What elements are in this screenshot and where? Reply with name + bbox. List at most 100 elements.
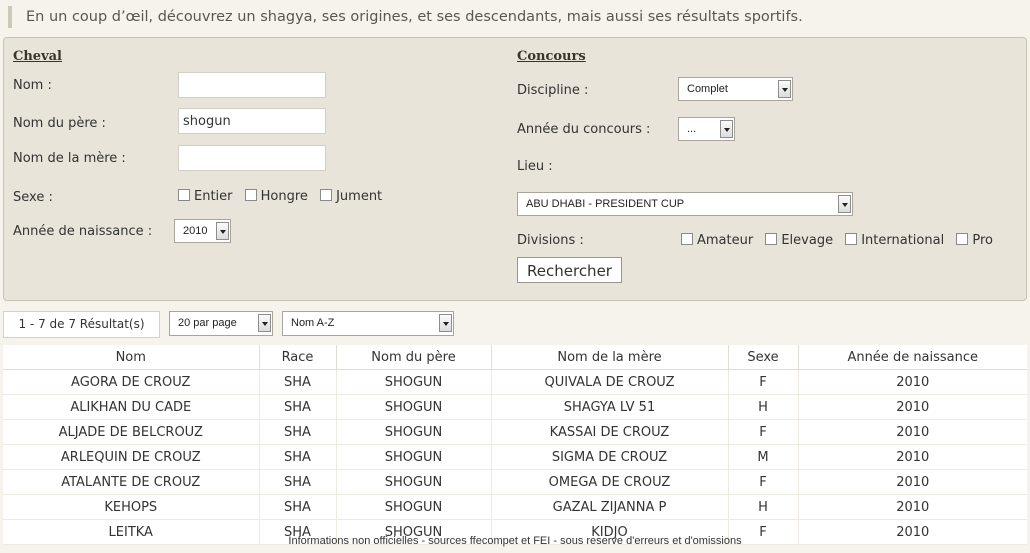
cell-mere: OMEGA DE CROUZ: [491, 469, 729, 495]
cell-nom[interactable]: ARLEQUIN DE CROUZ: [3, 444, 260, 470]
lieu-value: ABU DHABI - PRESIDENT CUP: [526, 198, 685, 210]
discipline-label: Discipline :: [517, 83, 589, 98]
col-header-pere[interactable]: Nom du père: [336, 345, 492, 370]
sexe-option-jument[interactable]: Jument: [320, 189, 382, 204]
checkbox-icon[interactable]: [956, 233, 969, 245]
sexe-label: Sexe :: [13, 190, 53, 205]
division-option-elevage[interactable]: Elevage: [765, 233, 833, 248]
table-row[interactable]: ALJADE DE BELCROUZ SHA SHOGUN KASSAI DE …: [3, 419, 1027, 445]
cell-race: SHA: [259, 444, 337, 470]
annee-concours-value: ...: [687, 123, 697, 135]
table-row[interactable]: AGORA DE CROUZ SHA SHOGUN QUIVALA DE CRO…: [3, 369, 1027, 395]
cell-nom[interactable]: ALJADE DE BELCROUZ: [3, 419, 260, 445]
cell-sexe: F: [728, 369, 799, 395]
cell-mere: QUIVALA DE CROUZ: [491, 369, 729, 395]
col-header-nom[interactable]: Nom: [3, 345, 260, 370]
division-option-pro[interactable]: Pro: [956, 233, 993, 248]
pere-input[interactable]: [178, 108, 326, 134]
cell-nom[interactable]: AGORA DE CROUZ: [3, 369, 260, 395]
table-row[interactable]: KEHOPS SHA SHOGUN GAZAL ZIJANNA P H 2010: [3, 494, 1027, 520]
cell-sexe: F: [728, 419, 799, 445]
mere-label: Nom de la mère :: [13, 151, 126, 166]
lieu-select[interactable]: ABU DHABI - PRESIDENT CUP: [517, 192, 853, 216]
table-row[interactable]: ARLEQUIN DE CROUZ SHA SHOGUN SIGMA DE CR…: [3, 444, 1027, 470]
cheval-section-title: Cheval: [13, 49, 62, 64]
division-option-label: Pro: [972, 233, 993, 248]
annee-naissance-value: 2010: [183, 225, 208, 237]
annee-concours-select[interactable]: ...: [678, 117, 735, 141]
results-count: 1 - 7 de 7 Résultat(s): [3, 311, 160, 338]
cell-pere: SHOGUN: [336, 419, 492, 445]
cell-pere: SHOGUN: [336, 469, 492, 495]
nom-label: Nom :: [13, 78, 52, 93]
sexe-option-hongre[interactable]: Hongre: [244, 189, 308, 204]
cell-sexe: M: [728, 444, 799, 470]
col-header-sexe[interactable]: Sexe: [728, 345, 799, 370]
division-option-amateur[interactable]: Amateur: [681, 233, 753, 248]
table-row[interactable]: ATALANTE DE CROUZ SHA SHOGUN OMEGA DE CR…: [3, 469, 1027, 495]
cell-race: SHA: [259, 369, 337, 395]
cell-sexe: H: [728, 394, 799, 420]
cell-nom[interactable]: KEHOPS: [3, 494, 260, 520]
sexe-option-label: Jument: [336, 189, 383, 204]
results-table: Nom Race Nom du père Nom de la mère Sexe…: [3, 345, 1027, 545]
annee-naissance-select[interactable]: 2010: [174, 219, 231, 243]
cell-annee: 2010: [798, 419, 1027, 445]
cell-mere: SIGMA DE CROUZ: [491, 444, 729, 470]
search-button[interactable]: Rechercher: [517, 257, 622, 283]
annee-concours-label: Année du concours :: [517, 122, 651, 137]
cell-race: SHA: [259, 469, 337, 495]
footer-disclaimer: Informations non officielles - sources f…: [288, 535, 742, 547]
cell-annee: 2010: [798, 444, 1027, 470]
sexe-option-entier[interactable]: Entier: [178, 189, 233, 204]
annee-naissance-label: Année de naissance :: [13, 224, 153, 239]
sort-select[interactable]: Nom A-Z: [282, 311, 454, 336]
sexe-option-label: Entier: [194, 189, 233, 204]
chevron-down-icon[interactable]: [439, 314, 452, 332]
discipline-select[interactable]: Complet: [678, 77, 793, 101]
division-option-label: International: [861, 233, 945, 248]
table-row[interactable]: ALIKHAN DU CADE SHA SHOGUN SHAGYA LV 51 …: [3, 394, 1027, 420]
chevron-down-icon[interactable]: [216, 222, 229, 240]
checkbox-icon[interactable]: [320, 189, 333, 201]
cell-mere: GAZAL ZIJANNA P: [491, 494, 729, 520]
cell-annee: 2010: [798, 394, 1027, 420]
cell-pere: SHOGUN: [336, 494, 492, 520]
division-option-international[interactable]: International: [845, 233, 944, 248]
cell-race: SHA: [259, 419, 337, 445]
search-panel: Cheval Nom : Nom du père : Nom de la mèr…: [3, 37, 1027, 301]
table-header-row: Nom Race Nom du père Nom de la mère Sexe…: [3, 345, 1027, 370]
checkbox-icon[interactable]: [681, 233, 693, 245]
division-option-label: Amateur: [697, 233, 754, 248]
col-header-annee[interactable]: Année de naissance: [798, 345, 1027, 370]
checkbox-icon[interactable]: [178, 189, 190, 201]
chevron-down-icon[interactable]: [838, 195, 851, 213]
cell-nom[interactable]: ALIKHAN DU CADE: [3, 394, 260, 420]
cell-sexe: H: [728, 494, 799, 520]
cell-mere: SHAGYA LV 51: [491, 394, 729, 420]
cell-annee: 2010: [798, 369, 1027, 395]
nom-input[interactable]: [178, 72, 326, 98]
mere-input[interactable]: [178, 145, 326, 171]
checkbox-icon[interactable]: [845, 233, 858, 245]
discipline-value: Complet: [687, 83, 728, 95]
cell-nom[interactable]: ATALANTE DE CROUZ: [3, 469, 260, 495]
per-page-value: 20 par page: [178, 317, 237, 329]
cell-pere: SHOGUN: [336, 444, 492, 470]
checkbox-icon[interactable]: [765, 233, 778, 245]
chevron-down-icon[interactable]: [778, 80, 791, 98]
pere-label: Nom du père :: [13, 116, 106, 131]
col-header-mere[interactable]: Nom de la mère: [491, 345, 729, 370]
intro-text: En un coup d’œil, découvrez un shagya, s…: [8, 6, 1026, 28]
divisions-label: Divisions :: [517, 233, 584, 248]
cell-race: SHA: [259, 494, 337, 520]
sexe-checkbox-group: Entier Hongre Jument: [178, 189, 390, 204]
chevron-down-icon[interactable]: [258, 314, 271, 332]
sexe-option-label: Hongre: [260, 189, 308, 204]
concours-section-title: Concours: [517, 49, 586, 64]
col-header-race[interactable]: Race: [259, 345, 337, 370]
chevron-down-icon[interactable]: [720, 120, 733, 138]
per-page-select[interactable]: 20 par page: [169, 311, 273, 336]
checkbox-icon[interactable]: [244, 189, 257, 201]
sort-value: Nom A-Z: [291, 317, 335, 329]
